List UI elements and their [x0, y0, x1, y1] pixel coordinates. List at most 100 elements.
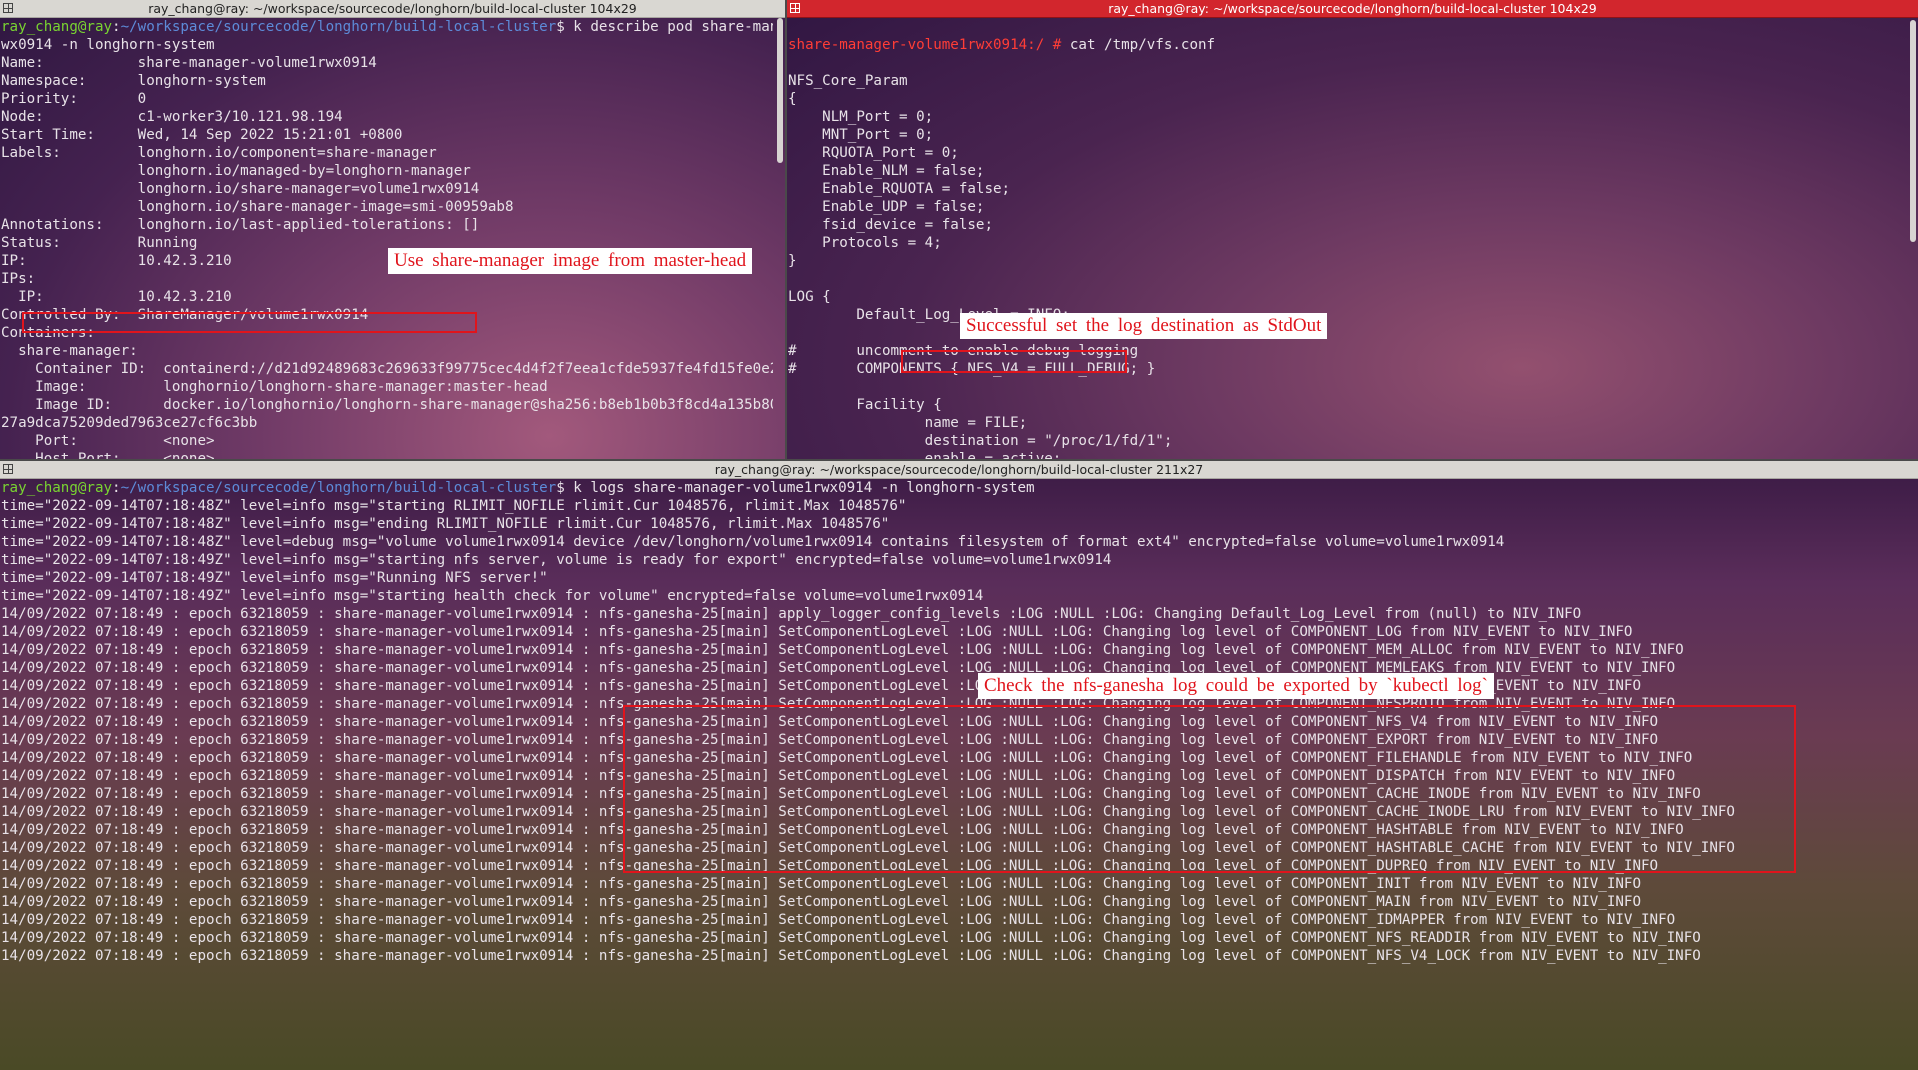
line-text: time="2022-09-14T07:18:48Z" level=info m…: [1, 516, 890, 532]
terminal-line: Annotations: longhorn.io/last-applied-to…: [1, 216, 773, 234]
annotation-destination-note: Successful set the log destination as St…: [960, 313, 1328, 339]
line-text: 14/09/2022 07:18:49 : epoch 63218059 : s…: [1, 642, 1684, 658]
line-text: Namespace: longhorn-system: [1, 73, 266, 89]
scrollbar-thumb[interactable]: [1910, 20, 1916, 242]
terminal-line: enable = active;: [788, 450, 1906, 459]
line-text: Start Time: Wed, 14 Sep 2022 15:21:01 +0…: [1, 127, 403, 143]
prompt-host: ray_chang@ray: [1, 19, 113, 35]
terminal-line: time="2022-09-14T07:18:49Z" level=info m…: [1, 587, 1916, 605]
line-text: $ k describe pod share-manager-volume1r: [556, 19, 773, 35]
terminal-line: share-manager-volume1rwx0914:/ # cat /tm…: [788, 36, 1906, 54]
line-text: time="2022-09-14T07:18:48Z" level=debug …: [1, 534, 1505, 550]
terminal-line: Node: c1-worker3/10.121.98.194: [1, 108, 773, 126]
line-text: time="2022-09-14T07:18:49Z" level=info m…: [1, 570, 548, 586]
terminal-line: Default_Log_Level = INFO;: [788, 306, 1906, 324]
terminal-line: IP: 10.42.3.210: [1, 288, 773, 306]
window-titlebar[interactable]: ray_chang@ray: ~/workspace/sourcecode/lo…: [787, 0, 1918, 18]
terminal-line: time="2022-09-14T07:18:48Z" level=debug …: [1, 533, 1916, 551]
terminal-line: Host Port: <none>: [1, 450, 773, 459]
terminal-output[interactable]: share-manager-volume1rwx0914:/ # cat /tm…: [788, 18, 1906, 459]
terminal-line: destination = "/proc/1/fd/1";: [788, 432, 1906, 450]
line-text: IP: 10.42.3.210: [1, 253, 232, 269]
line-text: longhorn.io/share-manager-image=smi-0095…: [1, 199, 514, 215]
window-title: ray_chang@ray: ~/workspace/sourcecode/lo…: [148, 1, 637, 16]
terminal-top-left[interactable]: ray_chang@ray: ~/workspace/sourcecode/lo…: [0, 0, 785, 459]
terminal-line: Facility {: [788, 396, 1906, 414]
line-text: fsid_device = false;: [788, 217, 993, 233]
terminal-line: 14/09/2022 07:18:49 : epoch 63218059 : s…: [1, 605, 1916, 623]
line-text: 14/09/2022 07:18:49 : epoch 63218059 : s…: [1, 624, 1633, 640]
terminal-output[interactable]: ray_chang@ray:~/workspace/sourcecode/lon…: [1, 18, 773, 459]
terminal-line: }: [788, 252, 1906, 270]
scrollbar[interactable]: [774, 18, 785, 459]
terminal-line: Name: share-manager-volume1rwx0914: [1, 54, 773, 72]
line-text: 27a9dca75209ded7963ce27cf6c3bb: [1, 415, 258, 431]
terminal-line: 14/09/2022 07:18:49 : epoch 63218059 : s…: [1, 947, 1916, 965]
line-text: {: [788, 91, 797, 107]
terminal-line: Enable_UDP = false;: [788, 198, 1906, 216]
line-text: $ k logs share-manager-volume1rwx0914 -n…: [556, 480, 1035, 496]
line-text: MNT_Port = 0;: [788, 127, 934, 143]
window-split-icon[interactable]: [790, 3, 800, 13]
line-text: Enable_NLM = false;: [788, 163, 985, 179]
terminal-line: 14/09/2022 07:18:49 : epoch 63218059 : s…: [1, 911, 1916, 929]
terminal-line: longhorn.io/share-manager=volume1rwx0914: [1, 180, 773, 198]
highlight-image-line: [22, 312, 477, 333]
line-text: Status: Running: [1, 235, 198, 251]
line-text: :: [112, 19, 121, 35]
terminal-line: Enable_NLM = false;: [788, 162, 1906, 180]
window-titlebar[interactable]: ray_chang@ray: ~/workspace/sourcecode/lo…: [0, 0, 785, 18]
terminal-line: 14/09/2022 07:18:49 : epoch 63218059 : s…: [1, 875, 1916, 893]
terminal-line: time="2022-09-14T07:18:48Z" level=info m…: [1, 497, 1916, 515]
annotation-ganesha-note: Check the nfs-ganesha log could be expor…: [978, 673, 1494, 699]
annotation-image-note: Use share-manager image from master-head: [388, 248, 753, 274]
line-text: IP: 10.42.3.210: [1, 289, 232, 305]
terminal-line: ray_chang@ray:~/workspace/sourcecode/lon…: [1, 479, 1916, 497]
line-text: Container ID: containerd://d21d92489683c…: [1, 361, 773, 377]
line-text: 14/09/2022 07:18:49 : epoch 63218059 : s…: [1, 930, 1701, 946]
line-text: longhorn.io/share-manager=volume1rwx0914: [1, 181, 480, 197]
line-text: name = FILE;: [788, 415, 1028, 431]
line-text: 14/09/2022 07:18:49 : epoch 63218059 : s…: [1, 606, 1582, 622]
line-text: wx0914 -n longhorn-system: [1, 37, 215, 53]
prompt-host: share-manager-volume1rwx0914:/ #: [788, 37, 1070, 53]
terminal-line: share-manager:: [1, 342, 773, 360]
window-split-icon[interactable]: [3, 464, 13, 474]
line-text: Image ID: docker.io/longhornio/longhorn-…: [35, 397, 773, 413]
line-text: Labels: longhorn.io/component=share-mana…: [1, 145, 437, 161]
line-text: Image: longhornio/longhorn-share-manager…: [1, 379, 548, 395]
terminal-line: Container ID: containerd://d21d92489683c…: [1, 360, 773, 378]
terminal-line: 14/09/2022 07:18:49 : epoch 63218059 : s…: [1, 641, 1916, 659]
terminal-line: longhorn.io/share-manager-image=smi-0095…: [1, 198, 773, 216]
line-text: :: [112, 480, 121, 496]
line-text: destination = "/proc/1/fd/1";: [788, 433, 1173, 449]
window-split-icon[interactable]: [3, 3, 13, 13]
line-text: Protocols = 4;: [788, 235, 942, 251]
line-text: Enable_UDP = false;: [788, 199, 985, 215]
terminal-line: longhorn.io/managed-by=longhorn-manager: [1, 162, 773, 180]
prompt-path: ~/workspace/sourcecode/longhorn/build-lo…: [120, 19, 557, 35]
terminal-top-right[interactable]: ray_chang@ray: ~/workspace/sourcecode/lo…: [787, 0, 1918, 459]
line-text: Host Port: <none>: [1, 451, 215, 459]
terminal-bottom[interactable]: ray_chang@ray: ~/workspace/sourcecode/lo…: [0, 461, 1918, 1070]
terminal-line: time="2022-09-14T07:18:48Z" level=info m…: [1, 515, 1916, 533]
prompt-host: ray_chang@ray: [1, 480, 113, 496]
terminal-line: Start Time: Wed, 14 Sep 2022 15:21:01 +0…: [1, 126, 773, 144]
line-text: time="2022-09-14T07:18:49Z" level=info m…: [1, 552, 1112, 568]
terminal-line: 14/09/2022 07:18:49 : epoch 63218059 : s…: [1, 929, 1916, 947]
line-text: RQUOTA_Port = 0;: [788, 145, 959, 161]
scrollbar-thumb[interactable]: [777, 18, 783, 163]
scrollbar[interactable]: [1907, 18, 1918, 459]
terminal-line: NLM_Port = 0;: [788, 108, 1906, 126]
line-text: time="2022-09-14T07:18:48Z" level=info m…: [1, 498, 907, 514]
window-title: ray_chang@ray: ~/workspace/sourcecode/lo…: [1108, 1, 1597, 16]
terminal-line: {: [788, 90, 1906, 108]
terminal-line: 14/09/2022 07:18:49 : epoch 63218059 : s…: [1, 893, 1916, 911]
line-text: enable = active;: [788, 451, 1062, 459]
window-titlebar[interactable]: ray_chang@ray: ~/workspace/sourcecode/lo…: [0, 461, 1918, 479]
